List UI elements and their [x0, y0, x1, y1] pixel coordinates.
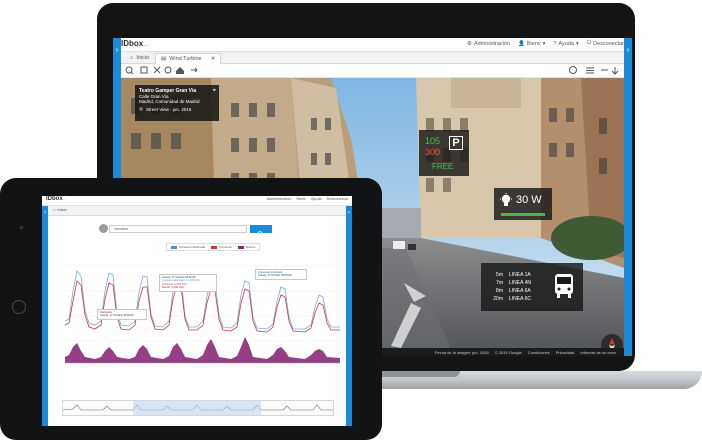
tablet-home-button[interactable] [12, 300, 26, 314]
chart-tooltip-left: Consumo Jueves, 17 Octubre 18:00:00 [97, 309, 147, 320]
lightbulb-icon [500, 193, 512, 206]
search-button[interactable] [250, 225, 272, 237]
parking-free-count: 105 [425, 136, 441, 146]
report-link[interactable]: Informar de un error [580, 350, 616, 355]
search-icon [257, 231, 264, 237]
chart-legend: Consumo Estimado Consumo Desvío [166, 243, 261, 251]
view-toolbar [121, 64, 624, 78]
place-info-card: Teatro Gamper Gran Vía Calle Gran Vía Ma… [135, 85, 219, 121]
user-icon: 👤 [518, 40, 525, 47]
tablet-screen: IDbox... Administración Bienv Ayuda Desc… [42, 196, 352, 426]
chart-tooltip-main: Jueves, 17 Octubre 18:00:00 Consumo Esti… [159, 274, 217, 292]
tablet-user-menu: Administración Bienv Ayuda Desconectar [267, 197, 348, 201]
tab-home[interactable]: ⌂ Inicio [53, 207, 67, 212]
help-menu[interactable]: ? Ayuda ▾ [553, 40, 578, 47]
variable-search-input[interactable]: Variable [109, 225, 247, 233]
download-icon[interactable] [611, 67, 619, 75]
right-side-toggle[interactable]: ‹ [346, 206, 352, 426]
parking-icon: P [449, 136, 463, 150]
power-icon: ⏻ [586, 40, 592, 46]
gear-icon: ⚙ [467, 40, 472, 47]
admin-menu[interactable]: Administración [267, 197, 292, 201]
street-view-date: ◎ Street View - jun. 2016 [139, 106, 192, 112]
chevron-left-icon: ‹ [348, 210, 350, 216]
parking-total-count: 300 [425, 147, 441, 157]
logout-link[interactable]: ⏻ Desconectar [587, 40, 624, 47]
bus-schedule-widget[interactable]: 5m LINEA 1A 7m LINEA 4N 8m LINEA 6A 20m LINE… [481, 263, 583, 311]
tablet-top-bar: IDbox... Administración Bienv Ayuda Desc… [42, 196, 352, 206]
home-icon: ⌂ [53, 207, 56, 212]
chart-tooltip-right: Consumo Estimado Jueves, 17 Octubre 18:0… [255, 269, 307, 280]
tablet-tab-bar [42, 206, 352, 216]
streetlight-level-bar [501, 213, 545, 216]
pin-icon: ⌖ [212, 88, 216, 94]
top-bar: IDbox... ⚙ Administración 👤 Bienv ▾ ? Ayuda ▾… [113, 38, 632, 52]
bus-icon [555, 274, 573, 298]
info-icon[interactable] [164, 66, 172, 74]
tab-bar: ⌂ Inicio ▤ Wind Turbine ✕ [113, 52, 632, 64]
tablet-camera [20, 226, 23, 229]
left-side-toggle[interactable]: › [42, 206, 48, 426]
help-circle-icon[interactable] [569, 66, 577, 74]
laptop-notch [370, 371, 460, 377]
target-icon: ◎ [139, 106, 143, 111]
select-icon[interactable] [140, 66, 148, 74]
app-logo: IDbox... [121, 39, 149, 48]
privacy-link[interactable]: Privacidad [556, 350, 575, 355]
compass-control[interactable] [601, 334, 623, 348]
user-menu-item[interactable]: 👤 Bienv ▾ [518, 40, 545, 47]
compass-icon [609, 338, 615, 348]
parking-widget[interactable]: 105 300 P FREE [419, 130, 469, 176]
tab-home[interactable]: ⌂ Inicio [125, 53, 154, 63]
question-icon: ? [553, 40, 557, 47]
variable-selector-icon[interactable] [99, 224, 108, 233]
conditions-link[interactable]: Condiciones [528, 350, 550, 355]
tablet-logo: IDbox... [46, 196, 67, 202]
chevron-left-icon: ‹ [626, 45, 630, 54]
legend-item[interactable]: Consumo [211, 245, 232, 249]
admin-menu[interactable]: ⚙ Administración [467, 40, 510, 47]
user-menu-item[interactable]: Bienv [296, 197, 306, 201]
parking-status: FREE [432, 162, 454, 171]
bus-schedule-list: 5m LINEA 1A 7m LINEA 4N 8m LINEA 6A 20m LINE… [489, 271, 531, 303]
bus-row: 5m LINEA 1A [496, 272, 531, 278]
toolbar-icons [125, 66, 619, 75]
timeline-navigator[interactable] [62, 400, 334, 416]
tab-wind-turbine[interactable]: ▤ Wind Turbine ✕ [155, 53, 222, 64]
help-menu[interactable]: Ayuda [311, 197, 322, 201]
home-icon: ⌂ [130, 55, 134, 61]
bus-row: 7m LINEA 4N [496, 280, 531, 286]
chart-icon: ▤ [161, 56, 167, 62]
streetlight-widget[interactable]: 30 W [494, 188, 552, 220]
streetlight-power: 30 W [516, 194, 542, 206]
forward-icon[interactable] [191, 67, 198, 73]
close-icon[interactable]: ✕ [211, 56, 216, 62]
bus-row: 20m LINEA 6C [493, 296, 531, 302]
bus-row: 8m LINEA 6A [496, 288, 531, 294]
expand-icon[interactable] [153, 66, 161, 74]
timeline-selection[interactable] [133, 401, 261, 415]
timeline-svg [62, 401, 333, 415]
list-icon[interactable] [586, 67, 594, 74]
user-menu: ⚙ Administración 👤 Bienv ▾ ? Ayuda ▾ ⏻ Descone… [467, 40, 624, 47]
legend-item[interactable]: Desvío [238, 245, 255, 249]
logout-link[interactable]: Desconectar [327, 197, 348, 201]
legend-item[interactable]: Consumo Estimado [171, 245, 205, 249]
right-side-toggle[interactable]: ‹ [624, 38, 632, 356]
chevron-right-icon: › [44, 210, 46, 216]
zoom-icon[interactable] [125, 66, 134, 75]
home-view-icon[interactable] [176, 67, 184, 74]
place-line-2: Madrid, Comunidad de Madrid [139, 99, 200, 104]
chevron-right-icon: › [115, 45, 119, 54]
consumption-chart[interactable]: Consumo Jueves, 17 Octubre 18:00:00 Juev… [55, 251, 345, 379]
